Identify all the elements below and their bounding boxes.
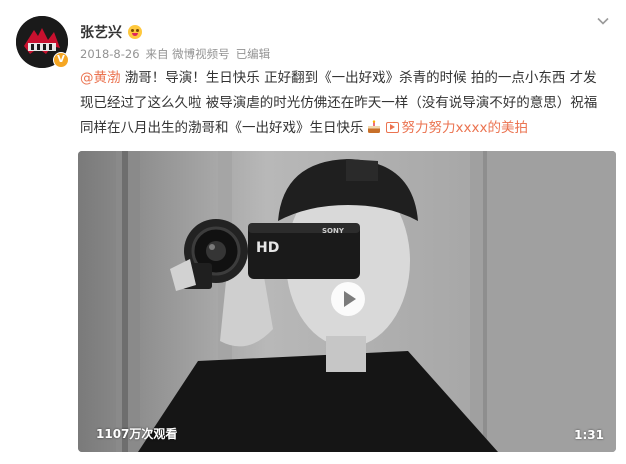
video-source-link[interactable]: 努力努力xxxx的美拍 (402, 120, 528, 136)
play-icon[interactable] (331, 282, 365, 316)
chevron-down-icon[interactable] (596, 14, 610, 28)
verified-badge-icon: V (53, 52, 69, 68)
post-text-segment: 渤哥！导演！生日快乐 正好翻到《一出好戏》杀青的时候 拍的一点小东西 才发 (120, 70, 597, 86)
view-count: 1107万次观看 (96, 427, 178, 441)
post-meta: 2018-8-26 来自 微博视频号 已编辑 (80, 46, 276, 62)
post-text-line-1: @黄渤 渤哥！导演！生日快乐 正好翻到《一出好戏》杀青的时候 拍的一点小东西 才… (80, 66, 614, 91)
post-text: @黄渤 渤哥！导演！生日快乐 正好翻到《一出好戏》杀青的时候 拍的一点小东西 才… (80, 66, 614, 141)
username-row: 张艺兴 (80, 22, 142, 42)
video-player[interactable]: HD SONY 1107万次观看 1:31 (78, 151, 616, 452)
post-text-line-2: 现已经过了这么久啦 被导演虐的时光仿佛还在昨天一样（没有说导演不好的意思）祝福 (80, 95, 598, 111)
username[interactable]: 张艺兴 (80, 22, 122, 42)
emoji-badge-icon (128, 25, 142, 39)
video-duration: 1:31 (574, 428, 604, 442)
cake-icon (367, 120, 380, 133)
weibo-post-card: V 张艺兴 2018-8-26 来自 微博视频号 已编辑 @黄渤 渤哥！导演！生… (0, 0, 626, 464)
video-link-icon (385, 122, 399, 133)
camera-hd-label: HD (256, 240, 279, 256)
edited-label[interactable]: 已编辑 (236, 46, 271, 62)
camera-brand-label: SONY (322, 227, 345, 235)
post-source[interactable]: 来自 微博视频号 (146, 46, 230, 62)
post-text-segment: 同样在八月出生的渤哥和《一出好戏》生日快乐 (80, 120, 364, 136)
post-text-line-3: 同样在八月出生的渤哥和《一出好戏》生日快乐 努力努力xxxx的美拍 (80, 116, 614, 141)
mention-link[interactable]: @黄渤 (80, 70, 121, 86)
timestamp[interactable]: 2018-8-26 (80, 47, 140, 61)
